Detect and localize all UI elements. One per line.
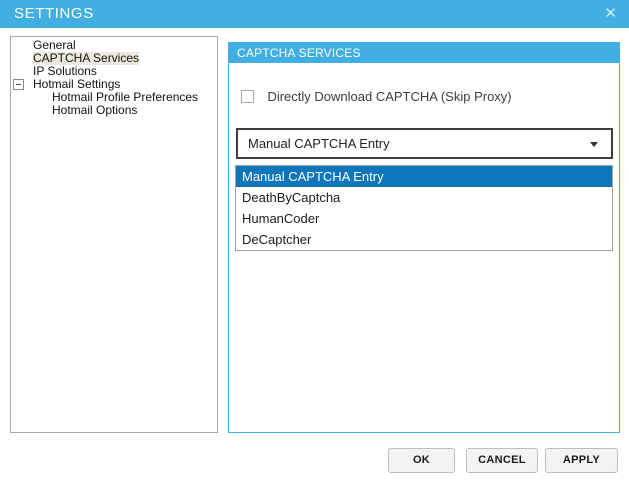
skip-proxy-checkbox[interactable] xyxy=(241,90,254,103)
cancel-button[interactable]: CANCEL xyxy=(466,448,538,473)
dropdown-option-manual-captcha-entry[interactable]: Manual CAPTCHA Entry xyxy=(236,166,612,187)
window-title: SETTINGS xyxy=(14,0,94,28)
collapse-minus-icon[interactable] xyxy=(13,79,24,90)
skip-proxy-checkbox-row[interactable]: Directly Download CAPTCHA (Skip Proxy) xyxy=(241,88,512,102)
apply-button[interactable]: APPLY xyxy=(545,448,618,473)
combobox-value: Manual CAPTCHA Entry xyxy=(248,130,390,157)
dropdown-option-decaptcher[interactable]: DeCaptcher xyxy=(236,229,612,250)
skip-proxy-checkbox-label: Directly Download CAPTCHA (Skip Proxy) xyxy=(267,89,511,104)
captcha-service-dropdown-list: Manual CAPTCHA Entry DeathByCaptcha Huma… xyxy=(235,165,613,251)
ok-button[interactable]: OK xyxy=(388,448,455,473)
captcha-services-panel: CAPTCHA SERVICES Directly Download CAPTC… xyxy=(228,42,620,433)
dropdown-option-deathbycaptcha[interactable]: DeathByCaptcha xyxy=(236,187,612,208)
close-icon[interactable]: ✕ xyxy=(604,0,617,28)
dropdown-option-humancoder[interactable]: HumanCoder xyxy=(236,208,612,229)
settings-tree: General CAPTCHA Services IP Solutions Ho… xyxy=(11,39,217,117)
captcha-service-combobox[interactable]: Manual CAPTCHA Entry xyxy=(236,128,613,159)
title-bar: SETTINGS ✕ xyxy=(0,0,629,28)
settings-nav-panel: General CAPTCHA Services IP Solutions Ho… xyxy=(10,36,218,433)
sidebar-item-hotmail-options[interactable]: Hotmail Options xyxy=(11,104,217,117)
sidebar-item-label: Hotmail Options xyxy=(52,104,137,117)
panel-header: CAPTCHA SERVICES xyxy=(229,43,619,63)
chevron-down-icon[interactable] xyxy=(590,142,598,147)
